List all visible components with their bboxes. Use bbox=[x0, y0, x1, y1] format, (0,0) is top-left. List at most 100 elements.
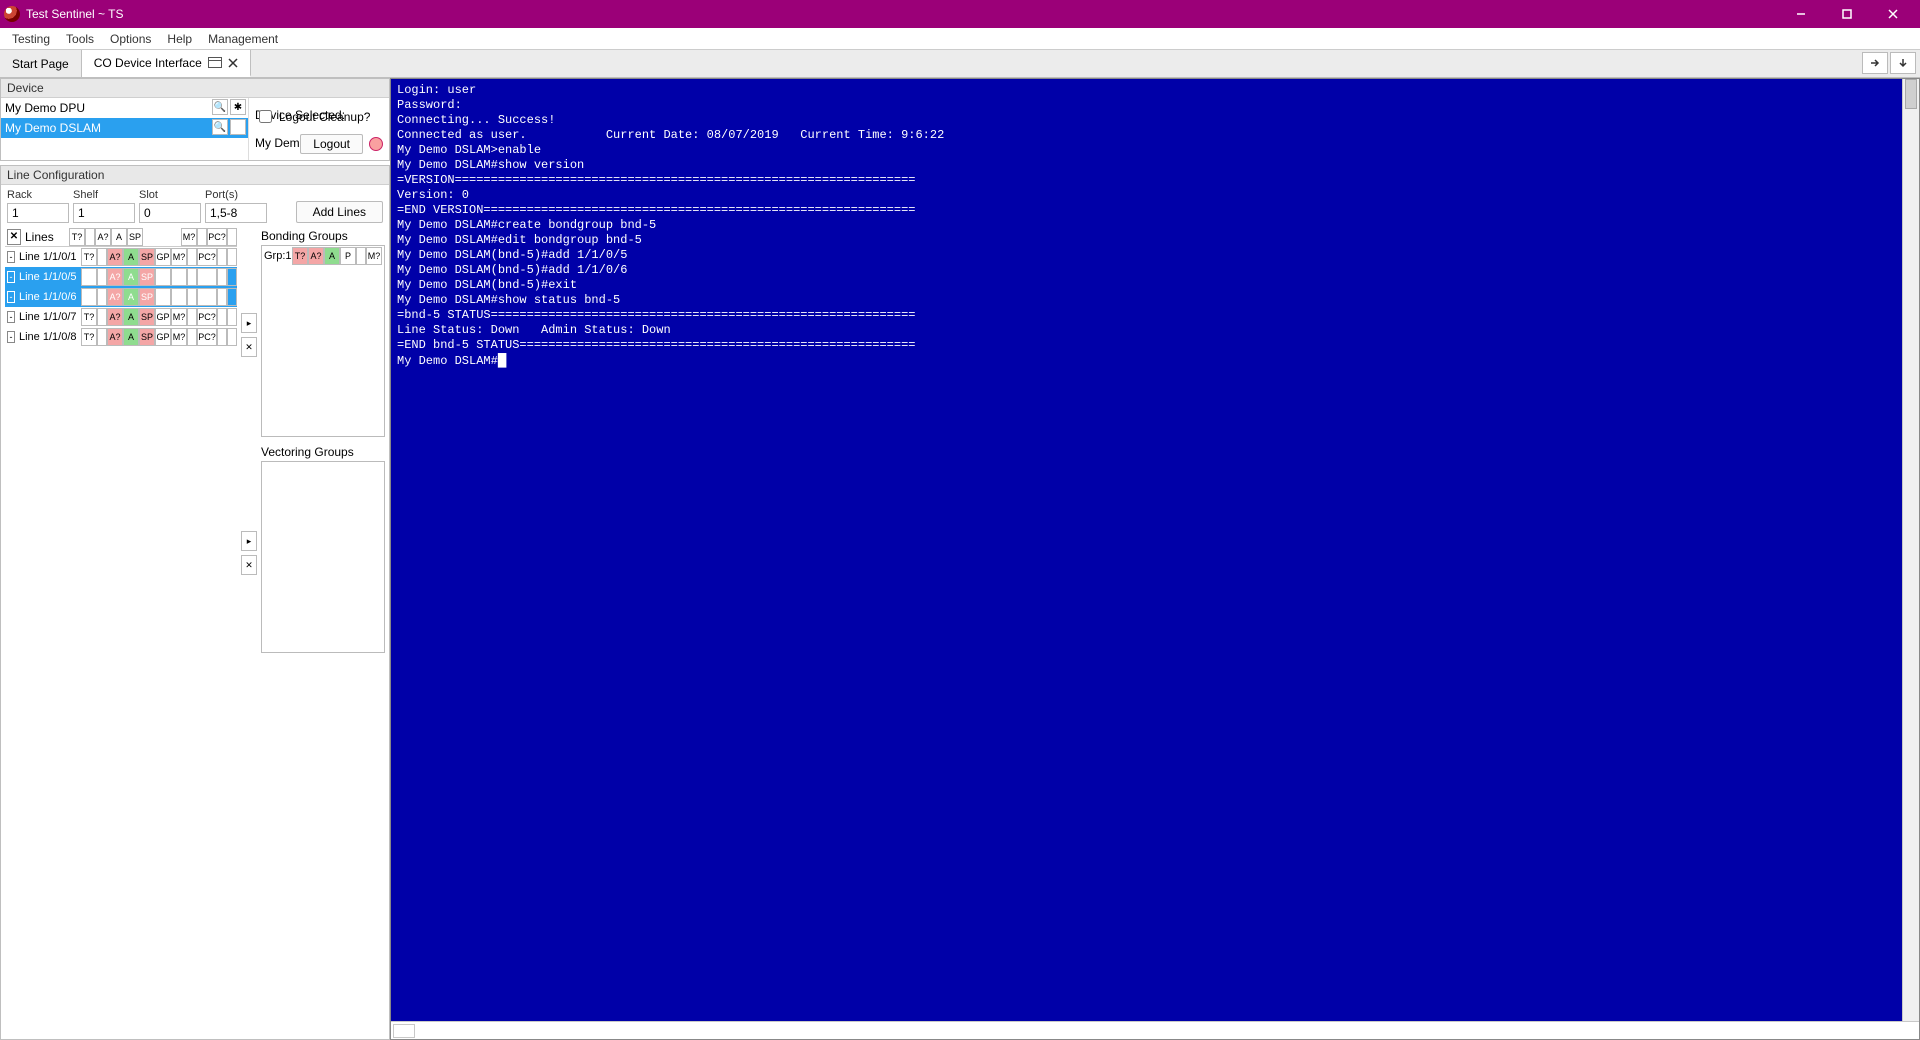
line-cell[interactable] bbox=[217, 248, 227, 266]
bonding-cell[interactable]: M? bbox=[366, 247, 382, 265]
line-row[interactable]: -Line 1/1/0/1T?A?ASPGPM?PC? bbox=[5, 247, 237, 267]
line-row[interactable]: -Line 1/1/0/7T?A?ASPGPM?PC? bbox=[5, 307, 237, 327]
menu-management[interactable]: Management bbox=[200, 30, 286, 48]
search-icon[interactable]: 🔍 bbox=[212, 119, 228, 135]
line-cell[interactable]: A bbox=[123, 288, 139, 306]
line-cell[interactable] bbox=[217, 328, 227, 346]
minimize-button[interactable] bbox=[1778, 0, 1824, 28]
move-right-button[interactable]: ▸ bbox=[241, 313, 257, 333]
search-icon[interactable]: 🔍 bbox=[212, 99, 228, 115]
close-tab-icon[interactable] bbox=[228, 58, 238, 68]
lines-header-cell[interactable]: M? bbox=[181, 228, 197, 246]
nav-forward-button[interactable] bbox=[1862, 52, 1888, 74]
line-cell[interactable] bbox=[227, 268, 237, 286]
line-cell[interactable] bbox=[227, 308, 237, 326]
line-row[interactable]: -Line 1/1/0/6T?A?ASPGPM?PC? bbox=[5, 287, 237, 307]
line-cell[interactable]: A? bbox=[107, 308, 123, 326]
nav-down-button[interactable] bbox=[1890, 52, 1916, 74]
line-cell[interactable]: PC? bbox=[197, 248, 217, 266]
terminal-output[interactable]: Login: user Password: Connecting... Succ… bbox=[391, 79, 1902, 1021]
line-row[interactable]: -Line 1/1/0/5T?A?ASPGPM?PC? bbox=[5, 267, 237, 287]
terminal-scrollbar[interactable] bbox=[1902, 79, 1919, 1021]
line-cell[interactable]: M? bbox=[171, 248, 187, 266]
menu-tools[interactable]: Tools bbox=[58, 30, 102, 48]
gear-icon[interactable]: ✱ bbox=[230, 119, 246, 135]
line-cell[interactable]: A bbox=[123, 268, 139, 286]
maximize-button[interactable] bbox=[1824, 0, 1870, 28]
line-cell[interactable] bbox=[97, 288, 107, 306]
remove-line-icon[interactable]: - bbox=[7, 291, 15, 303]
slot-input[interactable] bbox=[139, 203, 201, 223]
line-cell[interactable]: A? bbox=[107, 268, 123, 286]
line-cell[interactable]: SP bbox=[139, 308, 155, 326]
remove-line-icon[interactable]: - bbox=[7, 271, 15, 283]
line-cell[interactable] bbox=[97, 248, 107, 266]
rack-input[interactable] bbox=[7, 203, 69, 223]
add-lines-button[interactable]: Add Lines bbox=[296, 201, 383, 223]
vectoring-remove-button[interactable]: ✕ bbox=[241, 555, 257, 575]
line-cell[interactable]: GP bbox=[155, 268, 171, 286]
lines-header-cell[interactable]: T? bbox=[69, 228, 85, 246]
lines-header-cell[interactable] bbox=[227, 228, 237, 246]
line-cell[interactable]: A? bbox=[107, 328, 123, 346]
menu-help[interactable]: Help bbox=[159, 30, 200, 48]
shelf-input[interactable] bbox=[73, 203, 135, 223]
bonding-group-row[interactable]: Grp:1 T?A?APM? bbox=[262, 246, 384, 266]
line-cell[interactable]: T? bbox=[81, 268, 97, 286]
menu-options[interactable]: Options bbox=[102, 30, 159, 48]
line-cell[interactable]: PC? bbox=[197, 328, 217, 346]
lines-header-cell[interactable]: PC? bbox=[207, 228, 227, 246]
remove-line-icon[interactable]: - bbox=[7, 311, 15, 323]
line-cell[interactable]: GP bbox=[155, 328, 171, 346]
line-cell[interactable]: A? bbox=[107, 288, 123, 306]
line-cell[interactable] bbox=[187, 268, 197, 286]
line-cell[interactable]: T? bbox=[81, 248, 97, 266]
line-row[interactable]: -Line 1/1/0/8T?A?ASPGPM?PC? bbox=[5, 327, 237, 347]
line-cell[interactable]: GP bbox=[155, 248, 171, 266]
line-cell[interactable] bbox=[217, 308, 227, 326]
line-cell[interactable]: SP bbox=[139, 288, 155, 306]
line-cell[interactable]: T? bbox=[81, 288, 97, 306]
line-cell[interactable]: T? bbox=[81, 328, 97, 346]
line-cell[interactable]: M? bbox=[171, 288, 187, 306]
bonding-cell[interactable]: A? bbox=[308, 247, 324, 265]
device-row[interactable]: My Demo DPU 🔍 ✱ bbox=[1, 98, 248, 118]
lines-header-cell[interactable]: A bbox=[111, 228, 127, 246]
line-cell[interactable]: GP bbox=[155, 288, 171, 306]
line-cell[interactable]: A bbox=[123, 308, 139, 326]
line-cell[interactable] bbox=[227, 248, 237, 266]
lines-header-cell[interactable] bbox=[85, 228, 95, 246]
line-cell[interactable] bbox=[97, 308, 107, 326]
lines-header-cell[interactable]: SP bbox=[127, 228, 143, 246]
line-cell[interactable]: PC? bbox=[197, 268, 217, 286]
remove-button[interactable]: ✕ bbox=[241, 337, 257, 357]
logout-cleanup-checkbox[interactable] bbox=[259, 110, 272, 123]
lines-header-cell[interactable] bbox=[197, 228, 207, 246]
line-cell[interactable]: PC? bbox=[197, 288, 217, 306]
line-cell[interactable] bbox=[217, 268, 227, 286]
line-cell[interactable] bbox=[217, 288, 227, 306]
line-cell[interactable] bbox=[97, 328, 107, 346]
ports-input[interactable] bbox=[205, 203, 267, 223]
line-cell[interactable]: SP bbox=[139, 268, 155, 286]
bonding-cell[interactable]: A bbox=[324, 247, 340, 265]
gear-icon[interactable]: ✱ bbox=[230, 99, 246, 115]
line-cell[interactable]: M? bbox=[171, 308, 187, 326]
device-row[interactable]: My Demo DSLAM 🔍 ✱ bbox=[1, 118, 248, 138]
remove-line-icon[interactable]: - bbox=[7, 251, 15, 263]
tab-co-device-interface[interactable]: CO Device Interface bbox=[82, 50, 251, 77]
menu-testing[interactable]: Testing bbox=[4, 30, 58, 48]
line-cell[interactable] bbox=[227, 328, 237, 346]
line-cell[interactable]: A? bbox=[107, 248, 123, 266]
line-cell[interactable]: M? bbox=[171, 268, 187, 286]
bonding-cell[interactable]: T? bbox=[292, 247, 308, 265]
vectoring-move-button[interactable]: ▸ bbox=[241, 531, 257, 551]
line-cell[interactable]: M? bbox=[171, 328, 187, 346]
tab-start-page[interactable]: Start Page bbox=[0, 50, 82, 77]
line-cell[interactable] bbox=[187, 308, 197, 326]
line-cell[interactable] bbox=[227, 288, 237, 306]
logout-button[interactable]: Logout bbox=[300, 134, 363, 154]
line-cell[interactable] bbox=[97, 268, 107, 286]
lines-header-cell[interactable]: A? bbox=[95, 228, 111, 246]
line-cell[interactable]: A bbox=[123, 328, 139, 346]
